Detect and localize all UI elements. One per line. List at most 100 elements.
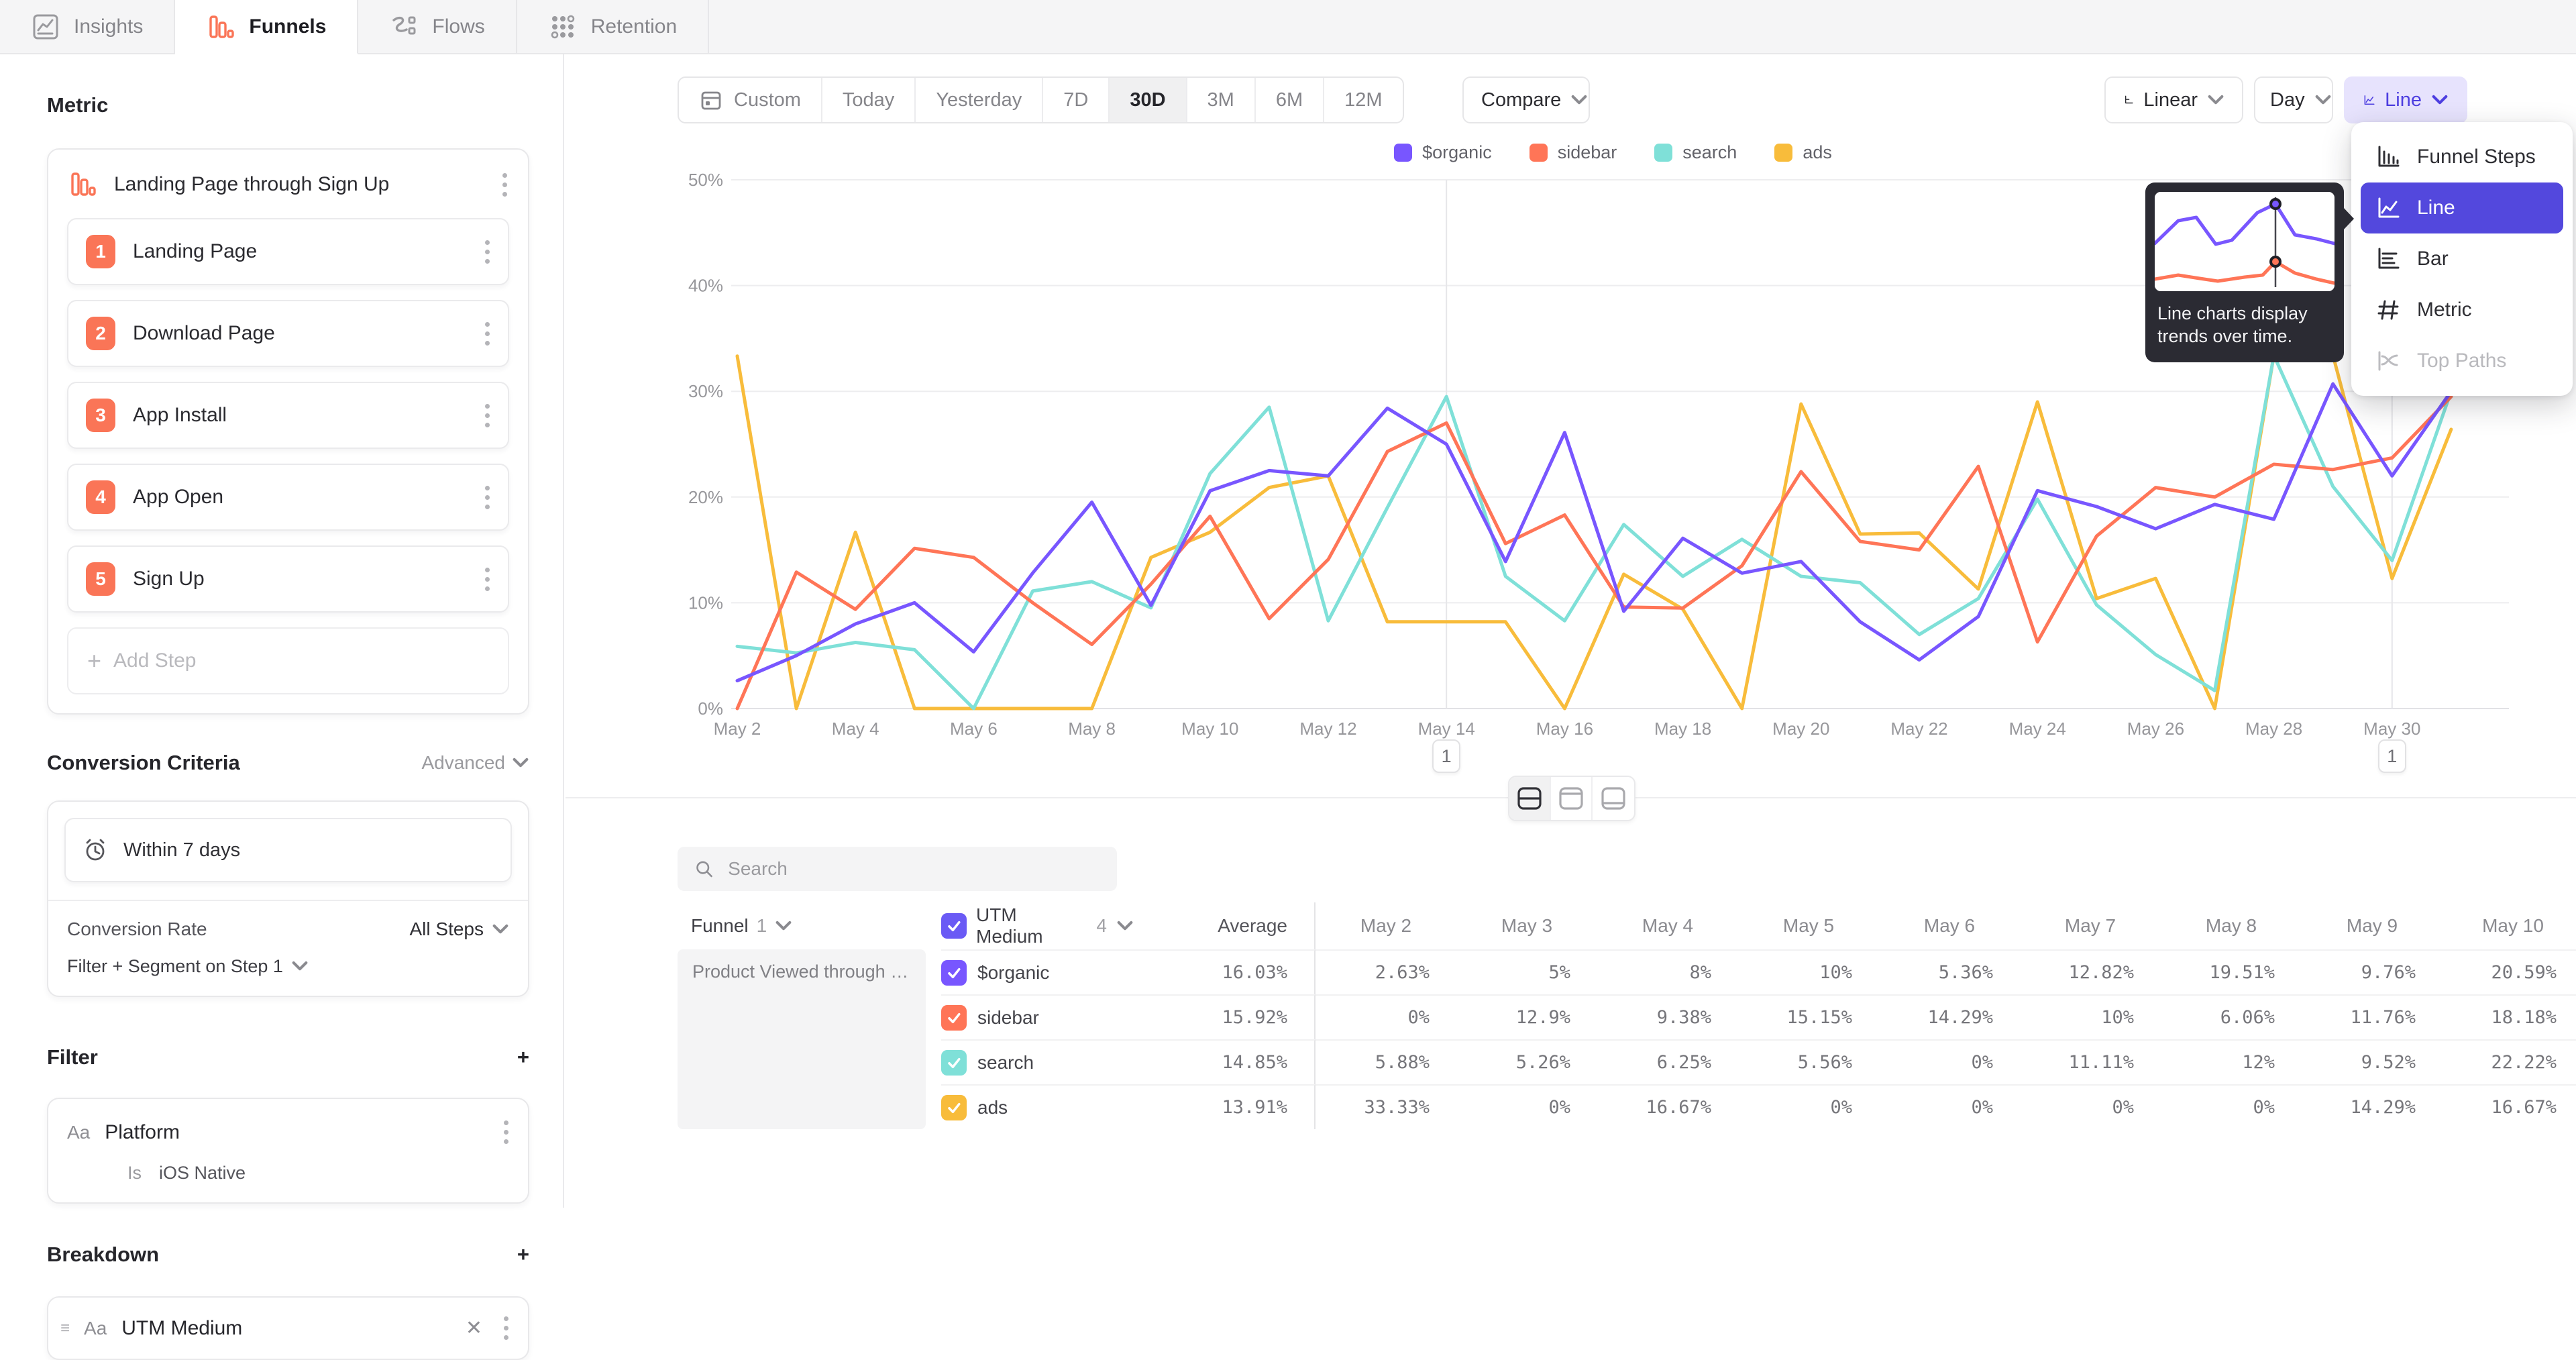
- breakdown-column-header[interactable]: UTM Medium 4: [941, 902, 1134, 949]
- table-search[interactable]: [678, 847, 1117, 891]
- legend-label: ads: [1803, 142, 1832, 163]
- annotation-badge[interactable]: 1: [2378, 739, 2406, 773]
- series-checkbox[interactable]: [941, 1095, 967, 1120]
- split-view-button[interactable]: [1509, 777, 1551, 820]
- date-column-header[interactable]: May 9: [2302, 902, 2443, 949]
- chevron-down-icon: [291, 960, 309, 973]
- funnel-step-4[interactable]: 4 App Open: [67, 464, 509, 531]
- tab-insights[interactable]: Insights: [0, 0, 175, 53]
- date-column-header[interactable]: May 2: [1316, 902, 1456, 949]
- series-checkbox[interactable]: [941, 1050, 967, 1076]
- filter-operator[interactable]: Is: [127, 1163, 142, 1184]
- svg-text:May 20: May 20: [1772, 719, 1829, 739]
- kebab-menu-icon[interactable]: [484, 401, 490, 430]
- chart-type-button[interactable]: Line: [2344, 76, 2467, 123]
- menu-item-bar[interactable]: Bar: [2361, 233, 2563, 284]
- add-step-button[interactable]: + Add Step: [67, 627, 509, 694]
- chart-focus-view-button[interactable]: [1551, 777, 1593, 820]
- funnel-step-1[interactable]: 1 Landing Page: [67, 218, 509, 285]
- table-row: $organic16.03%2.63%5%8%10%5.36%12.82%19.…: [678, 949, 2576, 994]
- table-cell-value: 20.59%: [2443, 949, 2576, 994]
- kebab-menu-icon[interactable]: [484, 483, 490, 512]
- svg-text:10%: 10%: [688, 592, 723, 613]
- range-today[interactable]: Today: [822, 78, 916, 122]
- table-cell-value: 5.36%: [1879, 949, 2020, 994]
- filter-segment-dropdown[interactable]: Filter + Segment on Step 1: [64, 956, 512, 980]
- compare-button[interactable]: Compare: [1462, 76, 1590, 123]
- add-step-label: Add Step: [113, 649, 196, 672]
- tab-flows[interactable]: Flows: [358, 0, 517, 53]
- range-3m[interactable]: 3M: [1187, 78, 1256, 122]
- funnel-column-header[interactable]: Funnel 1: [678, 902, 941, 949]
- range-yesterday[interactable]: Yesterday: [916, 78, 1043, 122]
- drag-handle-icon[interactable]: ≡: [60, 1319, 69, 1338]
- range-label: 3M: [1208, 89, 1234, 111]
- table-focus-view-button[interactable]: [1593, 777, 1634, 820]
- table-cell-value: 14.29%: [2302, 1084, 2443, 1129]
- breakdown-property[interactable]: UTM Medium: [121, 1317, 445, 1340]
- funnel-step-2[interactable]: 2 Download Page: [67, 300, 509, 367]
- tab-retention[interactable]: Retention: [517, 0, 709, 53]
- bar-chart-icon: [2374, 245, 2402, 273]
- series-name: search: [977, 1052, 1034, 1074]
- filter-heading: Filter: [47, 1045, 98, 1069]
- menu-item-funnel-steps[interactable]: Funnel Steps: [2361, 132, 2563, 182]
- add-filter-button[interactable]: +: [517, 1045, 529, 1069]
- kebab-menu-icon[interactable]: [502, 1118, 509, 1147]
- kebab-menu-icon[interactable]: [502, 1314, 509, 1343]
- legend-item-search[interactable]: search: [1654, 142, 1737, 163]
- remove-breakdown-icon[interactable]: ✕: [460, 1316, 488, 1340]
- chart-type-menu: Funnel Steps Line Bar Metric Top Paths: [2351, 122, 2573, 396]
- filter-card: Aa Platform Is iOS Native: [47, 1098, 529, 1204]
- annotation-badge[interactable]: 1: [1432, 739, 1460, 773]
- series-checkbox[interactable]: [941, 1005, 967, 1031]
- filter-property[interactable]: Platform: [105, 1121, 488, 1144]
- advanced-dropdown[interactable]: Advanced: [421, 752, 529, 774]
- funnel-step-5[interactable]: 5 Sign Up: [67, 545, 509, 613]
- svg-text:May 22: May 22: [1890, 719, 1947, 739]
- date-column-header[interactable]: May 3: [1456, 902, 1597, 949]
- menu-item-metric[interactable]: Metric: [2361, 284, 2563, 335]
- kebab-menu-icon[interactable]: [484, 319, 490, 348]
- add-breakdown-button[interactable]: +: [517, 1243, 529, 1267]
- range-7d[interactable]: 7D: [1043, 78, 1110, 122]
- legend-swatch: [1654, 144, 1672, 162]
- average-column-header[interactable]: Average: [1134, 902, 1316, 949]
- conversion-window-button[interactable]: Within 7 days: [64, 818, 512, 882]
- table-row: sidebar15.92%0%12.9%9.38%15.15%14.29%10%…: [678, 994, 2576, 1039]
- date-column-header[interactable]: May 4: [1597, 902, 1738, 949]
- legend-item-sidebar[interactable]: sidebar: [1529, 142, 1617, 163]
- tab-funnels[interactable]: Funnels: [175, 0, 358, 54]
- table-focus-view-icon: [1599, 785, 1628, 812]
- legend-item-ads[interactable]: ads: [1774, 142, 1832, 163]
- search-input[interactable]: [728, 858, 1101, 880]
- select-all-checkbox[interactable]: [941, 913, 967, 939]
- kebab-menu-icon[interactable]: [484, 238, 490, 266]
- funnel-title[interactable]: Landing Page through Sign Up: [114, 173, 485, 196]
- tooltip-text: Line charts display trends over time.: [2155, 302, 2334, 348]
- filter-value[interactable]: iOS Native: [159, 1163, 246, 1184]
- series-checkbox[interactable]: [941, 960, 967, 986]
- range-12m[interactable]: 12M: [1324, 78, 1402, 122]
- date-column-header[interactable]: May 6: [1879, 902, 2020, 949]
- funnel-cell[interactable]: Product Viewed through P...: [678, 949, 926, 1129]
- range-custom[interactable]: Custom: [679, 78, 822, 122]
- series-name: ads: [977, 1097, 1008, 1118]
- range-6m[interactable]: 6M: [1256, 78, 1324, 122]
- funnel-step-3[interactable]: 3 App Install: [67, 382, 509, 449]
- kebab-menu-icon[interactable]: [501, 170, 508, 199]
- date-column-header[interactable]: May 7: [2020, 902, 2161, 949]
- kebab-menu-icon[interactable]: [484, 565, 490, 594]
- average-value: 14.85%: [1134, 1039, 1316, 1084]
- legend-item-organic[interactable]: $organic: [1394, 142, 1492, 163]
- menu-item-line[interactable]: Line: [2361, 182, 2563, 233]
- conversion-rate-dropdown[interactable]: All Steps: [410, 919, 510, 940]
- granularity-button[interactable]: Day: [2254, 76, 2333, 123]
- date-column-header[interactable]: May 8: [2161, 902, 2302, 949]
- date-column-header[interactable]: May 10: [2443, 902, 2576, 949]
- top-paths-icon: [2374, 347, 2402, 375]
- date-column-header[interactable]: May 5: [1738, 902, 1879, 949]
- line-chart-icon: [2374, 194, 2402, 222]
- range-30d[interactable]: 30D: [1110, 78, 1187, 122]
- axis-scale-button[interactable]: Linear: [2104, 76, 2243, 123]
